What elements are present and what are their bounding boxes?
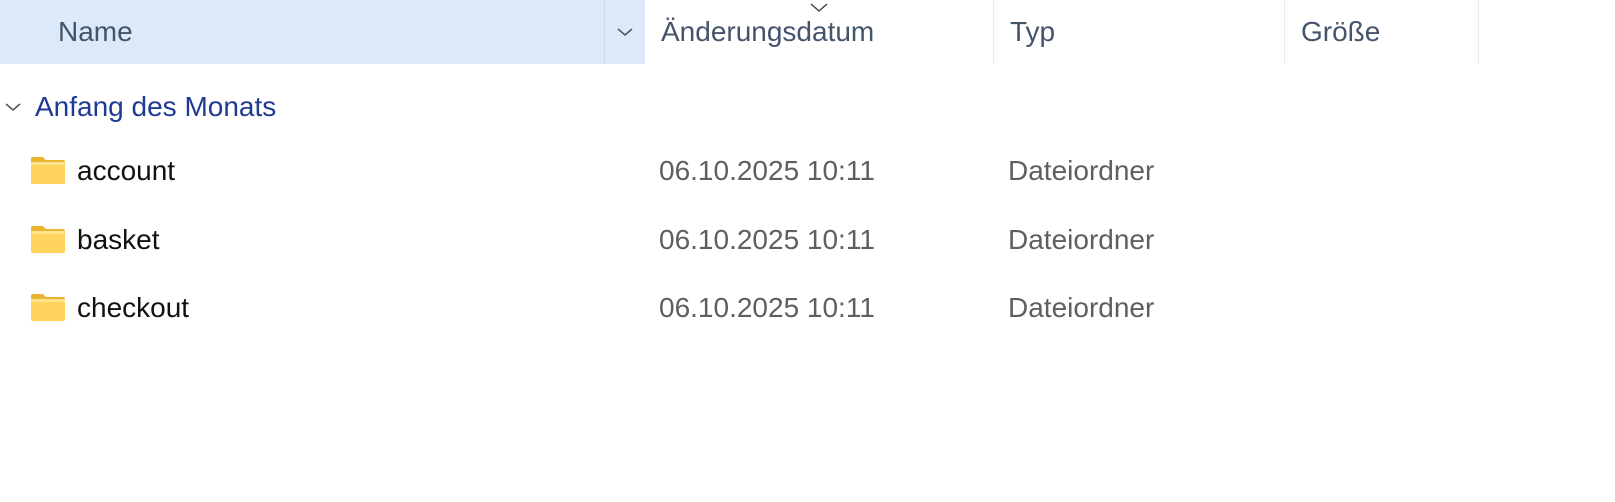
- file-name: checkout: [77, 292, 190, 323]
- column-header-modified[interactable]: Änderungsdatum: [645, 0, 993, 64]
- column-header-size[interactable]: Größe: [1284, 0, 1479, 64]
- file-list-view: Name Änderungsdatum Typ Größe Anfang des…: [0, 0, 1615, 502]
- column-header-name-label: Name: [58, 16, 133, 47]
- folder-icon: [31, 226, 65, 253]
- file-row[interactable]: account 06.10.2025 10:11 Dateiordner: [0, 141, 1615, 201]
- group-header[interactable]: Anfang des Monats: [0, 84, 700, 130]
- group-title: Anfang des Monats: [35, 91, 277, 122]
- column-filter-dropdown[interactable]: [605, 0, 645, 64]
- column-header-size-label: Größe: [1301, 16, 1381, 47]
- chevron-down-icon: [5, 103, 21, 111]
- file-type: Dateiordner: [1008, 292, 1155, 323]
- file-modified-date: 06.10.2025 10:11: [659, 155, 875, 186]
- file-type: Dateiordner: [1008, 155, 1155, 186]
- file-name: account: [77, 155, 176, 186]
- file-modified-date: 06.10.2025 10:11: [659, 224, 875, 255]
- file-row[interactable]: basket 06.10.2025 10:11 Dateiordner: [0, 210, 1615, 270]
- column-header-name[interactable]: Name: [0, 0, 645, 64]
- column-header-type-label: Typ: [1010, 16, 1056, 47]
- file-row[interactable]: checkout 06.10.2025 10:11 Dateiordner: [0, 278, 1615, 338]
- file-name: basket: [77, 224, 160, 255]
- file-type: Dateiordner: [1008, 224, 1155, 255]
- file-modified-date: 06.10.2025 10:11: [659, 292, 875, 323]
- chevron-down-icon: [617, 28, 633, 36]
- column-header-row: Name Änderungsdatum Typ Größe: [0, 0, 1615, 64]
- sort-descending-icon: [810, 3, 828, 12]
- folder-icon: [31, 157, 65, 184]
- column-header-modified-label: Änderungsdatum: [661, 16, 875, 47]
- group-collapse-toggle[interactable]: [0, 84, 26, 130]
- column-header-type[interactable]: Typ: [993, 0, 1284, 64]
- folder-icon: [31, 294, 65, 321]
